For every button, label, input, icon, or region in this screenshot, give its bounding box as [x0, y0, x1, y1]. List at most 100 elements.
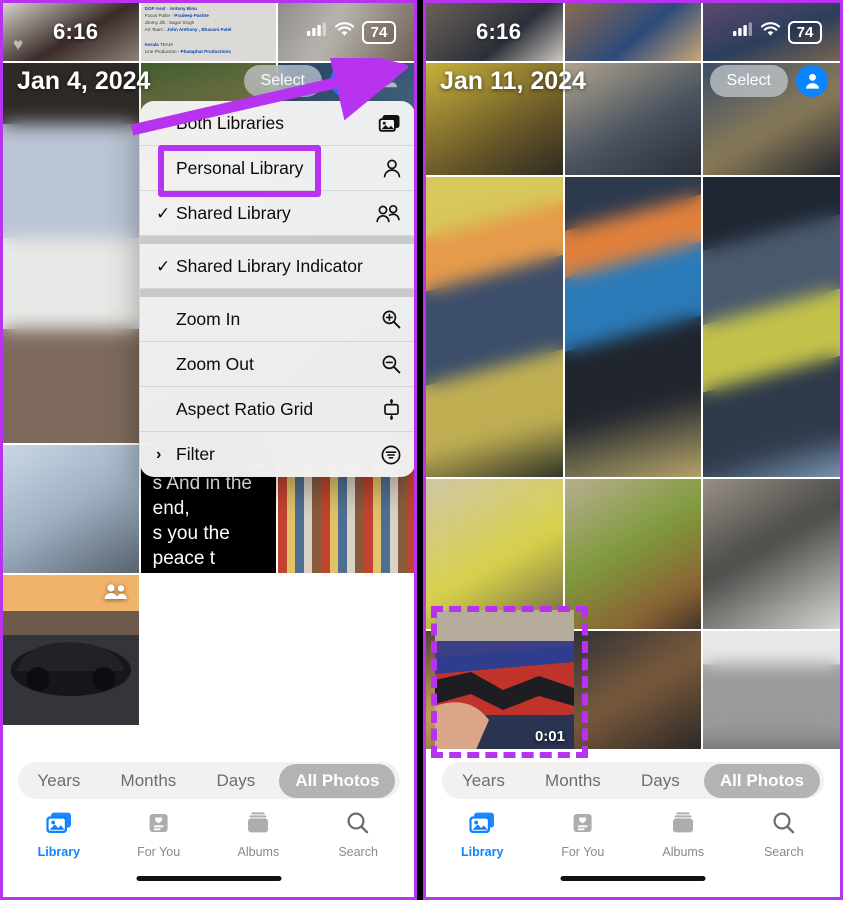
library-context-menu[interactable]: Both Libraries Personal Library ✓ Shared… — [140, 101, 414, 477]
segment-years[interactable]: Years — [446, 764, 521, 798]
nav-bar: Jan 4, 2024 Select — [3, 59, 414, 103]
date-title: Jan 4, 2024 — [17, 66, 151, 95]
photo-tile[interactable] — [3, 63, 139, 443]
photo-tile[interactable] — [426, 3, 563, 61]
segment-months[interactable]: Months — [105, 764, 193, 798]
select-button[interactable]: Select — [709, 65, 788, 97]
segment-all-photos[interactable]: All Photos — [703, 763, 820, 798]
menu-item-label: Aspect Ratio Grid — [176, 398, 314, 419]
quote-line-2: s you the peace t — [152, 523, 230, 570]
zoom-in-icon — [375, 309, 401, 329]
home-indicator — [136, 876, 281, 881]
bottom-bar-left: Years Months Days All Photos Library For… — [3, 749, 414, 897]
photo-tile[interactable] — [3, 445, 139, 573]
segment-months[interactable]: Months — [529, 764, 617, 798]
menu-item-label: Zoom In — [176, 308, 241, 329]
photo-stack-icon — [375, 114, 401, 133]
photo-tile[interactable] — [564, 3, 702, 61]
tab-for-you[interactable]: For You — [109, 811, 209, 859]
shared-library-badge-icon — [103, 583, 129, 606]
photo-tile-credits[interactable]: DOP Asst - Antony Binu Focus Puller - Pr… — [140, 3, 277, 61]
tab-label: For You — [561, 845, 605, 859]
photo-grid-empty — [278, 575, 414, 725]
menu-item-label: Shared Library — [176, 202, 291, 223]
photo-tile-car[interactable] — [3, 575, 139, 725]
chevron-right-icon: › — [156, 445, 162, 463]
quote-line-1: s And in the end, — [152, 473, 252, 520]
menu-item-shared-library[interactable]: ✓ Shared Library — [140, 191, 414, 236]
photo-tile[interactable] — [426, 177, 563, 477]
photo-tile[interactable] — [564, 479, 702, 629]
for-you-card-icon — [146, 811, 171, 840]
albums-stack-icon — [245, 811, 271, 840]
tab-label: Search — [763, 845, 804, 859]
check-glyph: ✓ — [156, 256, 171, 276]
photo-tile[interactable] — [426, 479, 563, 629]
tab-search[interactable]: Search — [308, 811, 408, 859]
tab-bar[interactable]: Library For You Albums Search — [3, 811, 414, 859]
bottom-bar-right: Years Months Days All Photos Library For… — [426, 749, 840, 897]
menu-item-both-libraries[interactable]: Both Libraries — [140, 101, 414, 146]
photos-library-icon — [45, 811, 73, 840]
segment-days[interactable]: Days — [625, 764, 696, 798]
menu-item-label: Personal Library — [176, 157, 304, 178]
albums-stack-icon — [670, 811, 696, 840]
tab-library[interactable]: Library — [432, 811, 533, 859]
credits-text: DOP Asst - Antony Binu Focus Puller - Pr… — [144, 6, 232, 54]
timeline-segmented-control[interactable]: Years Months Days All Photos — [442, 762, 824, 799]
menu-item-label: Shared Library Indicator — [176, 255, 363, 276]
people-icon — [375, 204, 401, 223]
zoom-out-icon — [375, 354, 401, 374]
photo-tile[interactable] — [703, 177, 840, 477]
tab-label: Albums — [662, 845, 705, 859]
menu-item-label: Filter — [176, 444, 215, 464]
menu-item-personal-library[interactable]: Personal Library — [140, 146, 414, 191]
video-duration-label: 0:01 — [534, 728, 565, 745]
segment-days[interactable]: Days — [200, 764, 271, 798]
menu-item-filter[interactable]: › Filter — [140, 432, 414, 477]
photo-tile[interactable] — [278, 3, 414, 61]
check-glyph: ✓ — [156, 203, 171, 223]
tab-library[interactable]: Library — [9, 811, 109, 859]
menu-item-label: Both Libraries — [176, 112, 284, 133]
screenshot-stage: ♥ DOP Asst - Antony Binu Focus Puller - … — [0, 0, 843, 900]
tab-label: For You — [137, 845, 181, 859]
segment-years[interactable]: Years — [22, 764, 97, 798]
tab-albums[interactable]: Albums — [633, 811, 734, 859]
tab-albums[interactable]: Albums — [209, 811, 309, 859]
shared-library-button[interactable] — [330, 65, 362, 97]
photo-tile[interactable]: ♥ — [3, 3, 139, 61]
date-title: Jan 11, 2024 — [440, 66, 586, 95]
tab-search[interactable]: Search — [734, 811, 835, 859]
photo-tile-video[interactable]: 0:01 — [435, 610, 574, 752]
photo-tile[interactable] — [703, 479, 840, 629]
select-button[interactable]: Select — [243, 65, 322, 97]
person-icon — [375, 159, 401, 178]
for-you-card-icon — [570, 811, 595, 840]
aspect-ratio-icon — [375, 398, 401, 420]
photo-tile[interactable] — [564, 177, 702, 477]
tab-for-you[interactable]: For You — [533, 811, 634, 859]
tab-bar[interactable]: Library For You Albums Search — [426, 811, 840, 859]
tab-label: Library — [37, 845, 81, 859]
tab-label: Library — [461, 845, 504, 859]
menu-item-zoom-in[interactable]: Zoom In — [140, 297, 414, 342]
menu-item-shared-library-indicator[interactable]: ✓ Shared Library Indicator — [140, 244, 414, 289]
search-magnifier-icon — [345, 811, 371, 840]
nav-bar: Jan 11, 2024 Select — [426, 59, 840, 103]
menu-item-aspect-ratio-grid[interactable]: Aspect Ratio Grid — [140, 387, 414, 432]
phone-screenshot-right: 0:01 6:16 74 Jan 11, 2024 Select Years M… — [423, 0, 843, 900]
photo-tile[interactable] — [703, 3, 840, 61]
search-magnifier-icon — [771, 811, 797, 840]
tab-label: Albums — [237, 845, 280, 859]
tab-label: Search — [338, 845, 378, 859]
people-outline-button[interactable] — [370, 65, 402, 97]
segment-all-photos[interactable]: All Photos — [279, 763, 396, 798]
menu-separator — [140, 289, 414, 297]
menu-item-label: Zoom Out — [176, 353, 254, 374]
filter-icon — [375, 445, 401, 465]
timeline-segmented-control[interactable]: Years Months Days All Photos — [17, 762, 400, 799]
menu-item-zoom-out[interactable]: Zoom Out — [140, 342, 414, 387]
personal-library-button[interactable] — [796, 65, 828, 97]
phone-screenshot-left: ♥ DOP Asst - Antony Binu Focus Puller - … — [0, 0, 417, 900]
